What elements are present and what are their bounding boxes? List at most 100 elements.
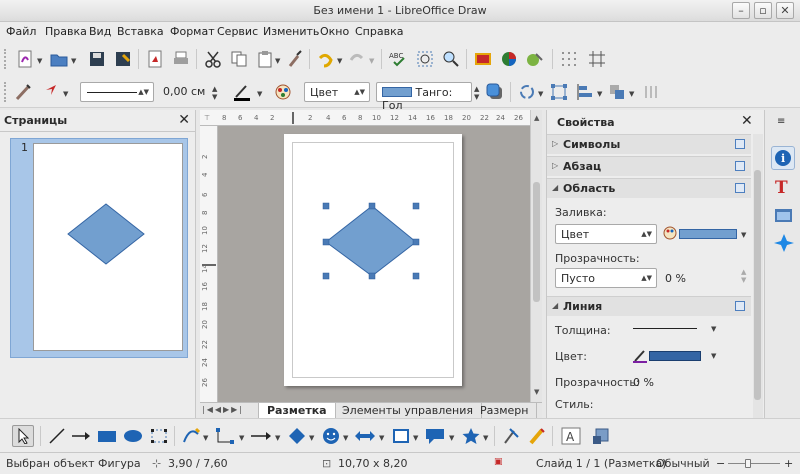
insert-chart-icon[interactable] (498, 48, 520, 70)
arrow-line-tool-icon[interactable] (70, 425, 92, 447)
chevron-down-icon[interactable]: ▼ (379, 434, 384, 442)
shadow-icon[interactable] (484, 81, 506, 103)
rotate-icon[interactable] (516, 81, 538, 103)
callouts-icon[interactable] (424, 425, 446, 447)
menu-help[interactable]: Справка (355, 25, 403, 38)
zoom-slider[interactable] (728, 463, 780, 464)
fill-select[interactable]: Цвет ▲▼ (555, 224, 657, 244)
close-icon[interactable]: ✕ (178, 112, 190, 128)
chevron-down-icon[interactable]: ▼ (413, 434, 418, 442)
toolbar-grip[interactable] (4, 82, 8, 102)
arrow-style-icon[interactable] (38, 81, 60, 103)
scrollbar-thumb[interactable] (533, 182, 540, 302)
insert-fontwork-icon[interactable] (524, 48, 546, 70)
chevron-down-icon[interactable]: ▼ (711, 325, 716, 333)
expand-icon[interactable]: ▷ (552, 139, 558, 148)
document-modified-icon[interactable]: ▣ (494, 457, 503, 467)
line-transparency-value[interactable]: 0 % (633, 376, 654, 389)
scrollbar-thumb[interactable] (754, 170, 761, 400)
chevron-down-icon[interactable]: ▼ (257, 90, 262, 98)
export-pdf-icon[interactable] (144, 48, 166, 70)
close-window-button[interactable]: ✕ (776, 2, 794, 19)
toolbar-grip[interactable] (4, 49, 8, 69)
line-color-swatch[interactable] (649, 351, 701, 361)
section-area[interactable]: ◢ Область (547, 178, 751, 198)
connector-tool-icon[interactable] (214, 425, 236, 447)
lines-arrows-tool-icon[interactable] (250, 425, 272, 447)
more-options-icon[interactable] (735, 161, 745, 171)
undo-icon[interactable] (314, 48, 336, 70)
section-paragraph[interactable]: ▷ Абзац (547, 156, 751, 176)
chevron-down-icon[interactable]: ▼ (309, 434, 314, 442)
styles-deck-icon[interactable]: T (773, 176, 795, 198)
line-style-icon[interactable] (12, 81, 34, 103)
fill-type-select[interactable]: Цвет ▲▼ (304, 82, 370, 102)
chevron-down-icon[interactable]: ▼ (597, 90, 602, 98)
gallery-deck-icon[interactable] (773, 204, 795, 226)
copy-icon[interactable] (228, 48, 250, 70)
menu-format[interactable]: Формат (170, 25, 215, 38)
chevron-down-icon[interactable]: ▼ (63, 90, 68, 98)
chevron-down-icon[interactable]: ▼ (275, 434, 280, 442)
spelling-icon[interactable]: ABC (388, 48, 410, 70)
transparency-select[interactable]: Пусто ▲▼ (555, 268, 657, 288)
tab-dimension-lines[interactable]: Размерн (472, 403, 538, 419)
fill-color-swatch[interactable] (679, 229, 737, 239)
horizontal-ruler[interactable]: ⊤ 8642 2468 10 12 14 16 18 20 22 24 26 (200, 110, 530, 126)
line-tool-icon[interactable] (46, 425, 68, 447)
tab-layout[interactable]: Разметка (258, 403, 336, 419)
collapse-icon[interactable]: ◢ (552, 301, 558, 310)
block-arrows-icon[interactable] (354, 425, 376, 447)
symbol-shapes-icon[interactable] (320, 425, 342, 447)
line-width-preview[interactable] (633, 328, 697, 329)
helplines-icon[interactable] (586, 48, 608, 70)
points-icon[interactable] (148, 425, 170, 447)
zoom-pan-icon[interactable] (414, 48, 436, 70)
fontwork-icon[interactable] (526, 425, 548, 447)
zoom-out-icon[interactable]: − (716, 457, 725, 470)
navigator-deck-icon[interactable] (773, 232, 795, 254)
chevron-down-icon[interactable]: ▼ (239, 434, 244, 442)
menu-window[interactable]: Окно (320, 25, 349, 38)
paste-icon[interactable] (254, 48, 276, 70)
rectangle-tool-icon[interactable] (96, 425, 118, 447)
select-tool-icon[interactable] (12, 425, 34, 447)
line-width-field[interactable]: 0,00 см (158, 82, 220, 102)
chevron-down-icon[interactable]: ▼ (37, 57, 42, 65)
save-as-icon[interactable] (112, 48, 134, 70)
stars-icon[interactable] (460, 425, 482, 447)
points-edit-icon[interactable] (500, 425, 522, 447)
chevron-down-icon[interactable]: ▼ (629, 90, 634, 98)
section-characters[interactable]: ▷ Символы (547, 134, 751, 154)
spin-icon[interactable]: ▲ ▼ (212, 85, 217, 101)
zoom-icon[interactable] (440, 48, 462, 70)
vertical-scrollbar[interactable]: ▲ ▼ (530, 110, 542, 402)
zoom-slider-thumb[interactable] (745, 459, 751, 468)
spin-icon[interactable]: ▲ ▼ (474, 85, 479, 101)
drawing-page[interactable] (284, 134, 462, 386)
chevron-down-icon[interactable]: ▼ (711, 352, 716, 360)
vertical-ruler[interactable]: 2 4 6 8 10 12 14 16 18 20 22 24 26 (200, 126, 218, 402)
fill-color-icon[interactable] (663, 226, 677, 240)
arrange-icon[interactable] (606, 81, 628, 103)
section-line[interactable]: ◢ Линия (547, 296, 751, 316)
ellipse-tool-icon[interactable] (122, 425, 144, 447)
menu-tools[interactable]: Сервис (217, 25, 258, 38)
toggle-extrusion-icon[interactable] (590, 425, 612, 447)
chevron-down-icon[interactable]: ▼ (538, 90, 543, 98)
clone-formatting-icon[interactable] (284, 48, 306, 70)
more-options-icon[interactable] (735, 301, 745, 311)
chevron-down-icon[interactable]: ▼ (203, 434, 208, 442)
tab-controls[interactable]: Элементы управления (334, 403, 482, 419)
chevron-down-icon[interactable]: ▼ (449, 434, 454, 442)
text-box-icon[interactable]: A (560, 425, 582, 447)
collapse-icon[interactable]: ◢ (552, 183, 558, 192)
flowchart-icon[interactable] (390, 425, 412, 447)
save-icon[interactable] (86, 48, 108, 70)
page-thumbnail[interactable]: 1 (10, 138, 188, 358)
align-icon[interactable] (574, 81, 596, 103)
more-options-icon[interactable] (735, 139, 745, 149)
menu-file[interactable]: Файл (6, 25, 36, 38)
more-options-icon[interactable] (735, 183, 745, 193)
line-color-icon[interactable] (232, 81, 254, 103)
